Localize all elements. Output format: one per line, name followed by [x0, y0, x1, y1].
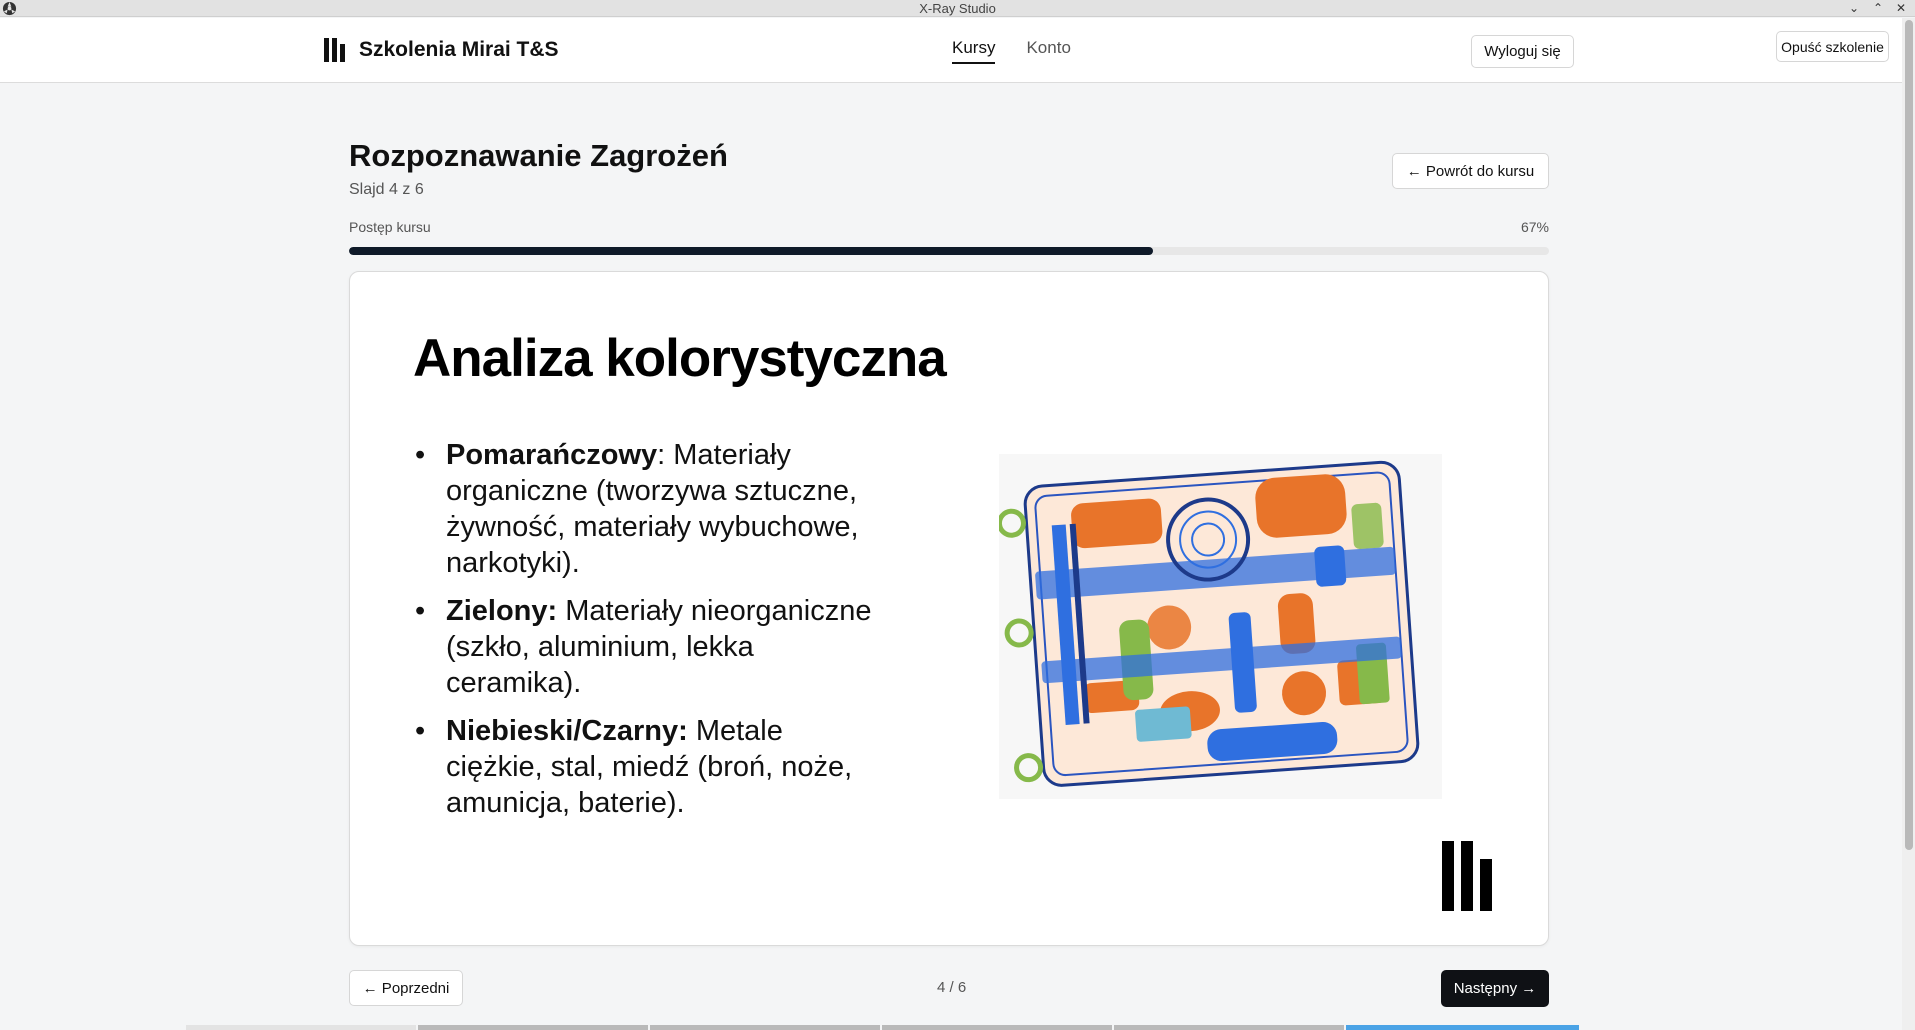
window-titlebar: X-Ray Studio ⌄ ⌃ ✕ [0, 0, 1915, 17]
slide-heading: Analiza kolorystyczna [413, 329, 947, 388]
bullet-item: Zielony: Materiały nieorganiczne (szkło,… [413, 593, 883, 701]
maximize-icon[interactable]: ⌃ [1870, 0, 1886, 17]
nav-item-kursy[interactable]: Kursy [952, 38, 996, 64]
previous-slide-button[interactable]: ← Poprzedni [349, 970, 463, 1006]
window-title: X-Ray Studio [919, 1, 996, 16]
brand-logo-icon [324, 38, 345, 62]
bottom-segment [650, 1025, 880, 1030]
progress-bar [349, 247, 1549, 255]
vertical-scrollbar[interactable] [1902, 18, 1915, 1030]
progress-percentage: 67% [1520, 219, 1549, 235]
page-title: Rozpoznawanie Zagrożeń [349, 138, 728, 173]
bottom-segment-active [1346, 1025, 1579, 1030]
back-to-course-button[interactable]: ← Powrót do kursu [1392, 153, 1549, 189]
scrollbar-thumb[interactable] [1905, 20, 1913, 850]
bullet-item: Pomarańczowy: Materiały organiczne (twor… [413, 437, 883, 581]
progress-bar-fill [349, 247, 1153, 255]
nav-item-konto[interactable]: Konto [1026, 38, 1070, 64]
slide-card: Analiza kolorystyczna Pomarańczowy: Mate… [349, 271, 1549, 946]
bottom-segment [1114, 1025, 1344, 1030]
bullet-item: Niebieski/Czarny: Metale ciężkie, stal, … [413, 713, 883, 821]
logout-button[interactable]: Wyloguj się [1471, 35, 1574, 68]
bottom-segment [186, 1025, 416, 1030]
brand[interactable]: Szkolenia Mirai T&S [324, 38, 559, 62]
minimize-icon[interactable]: ⌄ [1846, 0, 1862, 17]
brand-name: Szkolenia Mirai T&S [359, 38, 559, 61]
slide-pager: 4 / 6 [937, 979, 967, 996]
bullet-term: Niebieski/Czarny: [446, 715, 688, 747]
bullet-list: Pomarańczowy: Materiały organiczne (twor… [413, 437, 883, 833]
bullet-term: Zielony: [446, 595, 558, 627]
bottom-segment [418, 1025, 648, 1030]
progress-label: Postęp kursu [349, 219, 431, 235]
close-icon[interactable]: ✕ [1893, 0, 1909, 17]
main-nav: Kursy Konto [952, 38, 1071, 64]
next-slide-button[interactable]: Następny → [1441, 970, 1549, 1007]
slide-logo-icon [1442, 841, 1492, 911]
slide-counter: Slajd 4 z 6 [349, 181, 424, 198]
exit-training-button[interactable]: Opuść szkolenie [1776, 31, 1889, 62]
bottom-segment [882, 1025, 1112, 1030]
xray-luggage-image [999, 454, 1442, 799]
bullet-term: Pomarańczowy [446, 439, 658, 471]
app-header: Szkolenia Mirai T&S Kursy Konto Wyloguj … [0, 18, 1902, 83]
